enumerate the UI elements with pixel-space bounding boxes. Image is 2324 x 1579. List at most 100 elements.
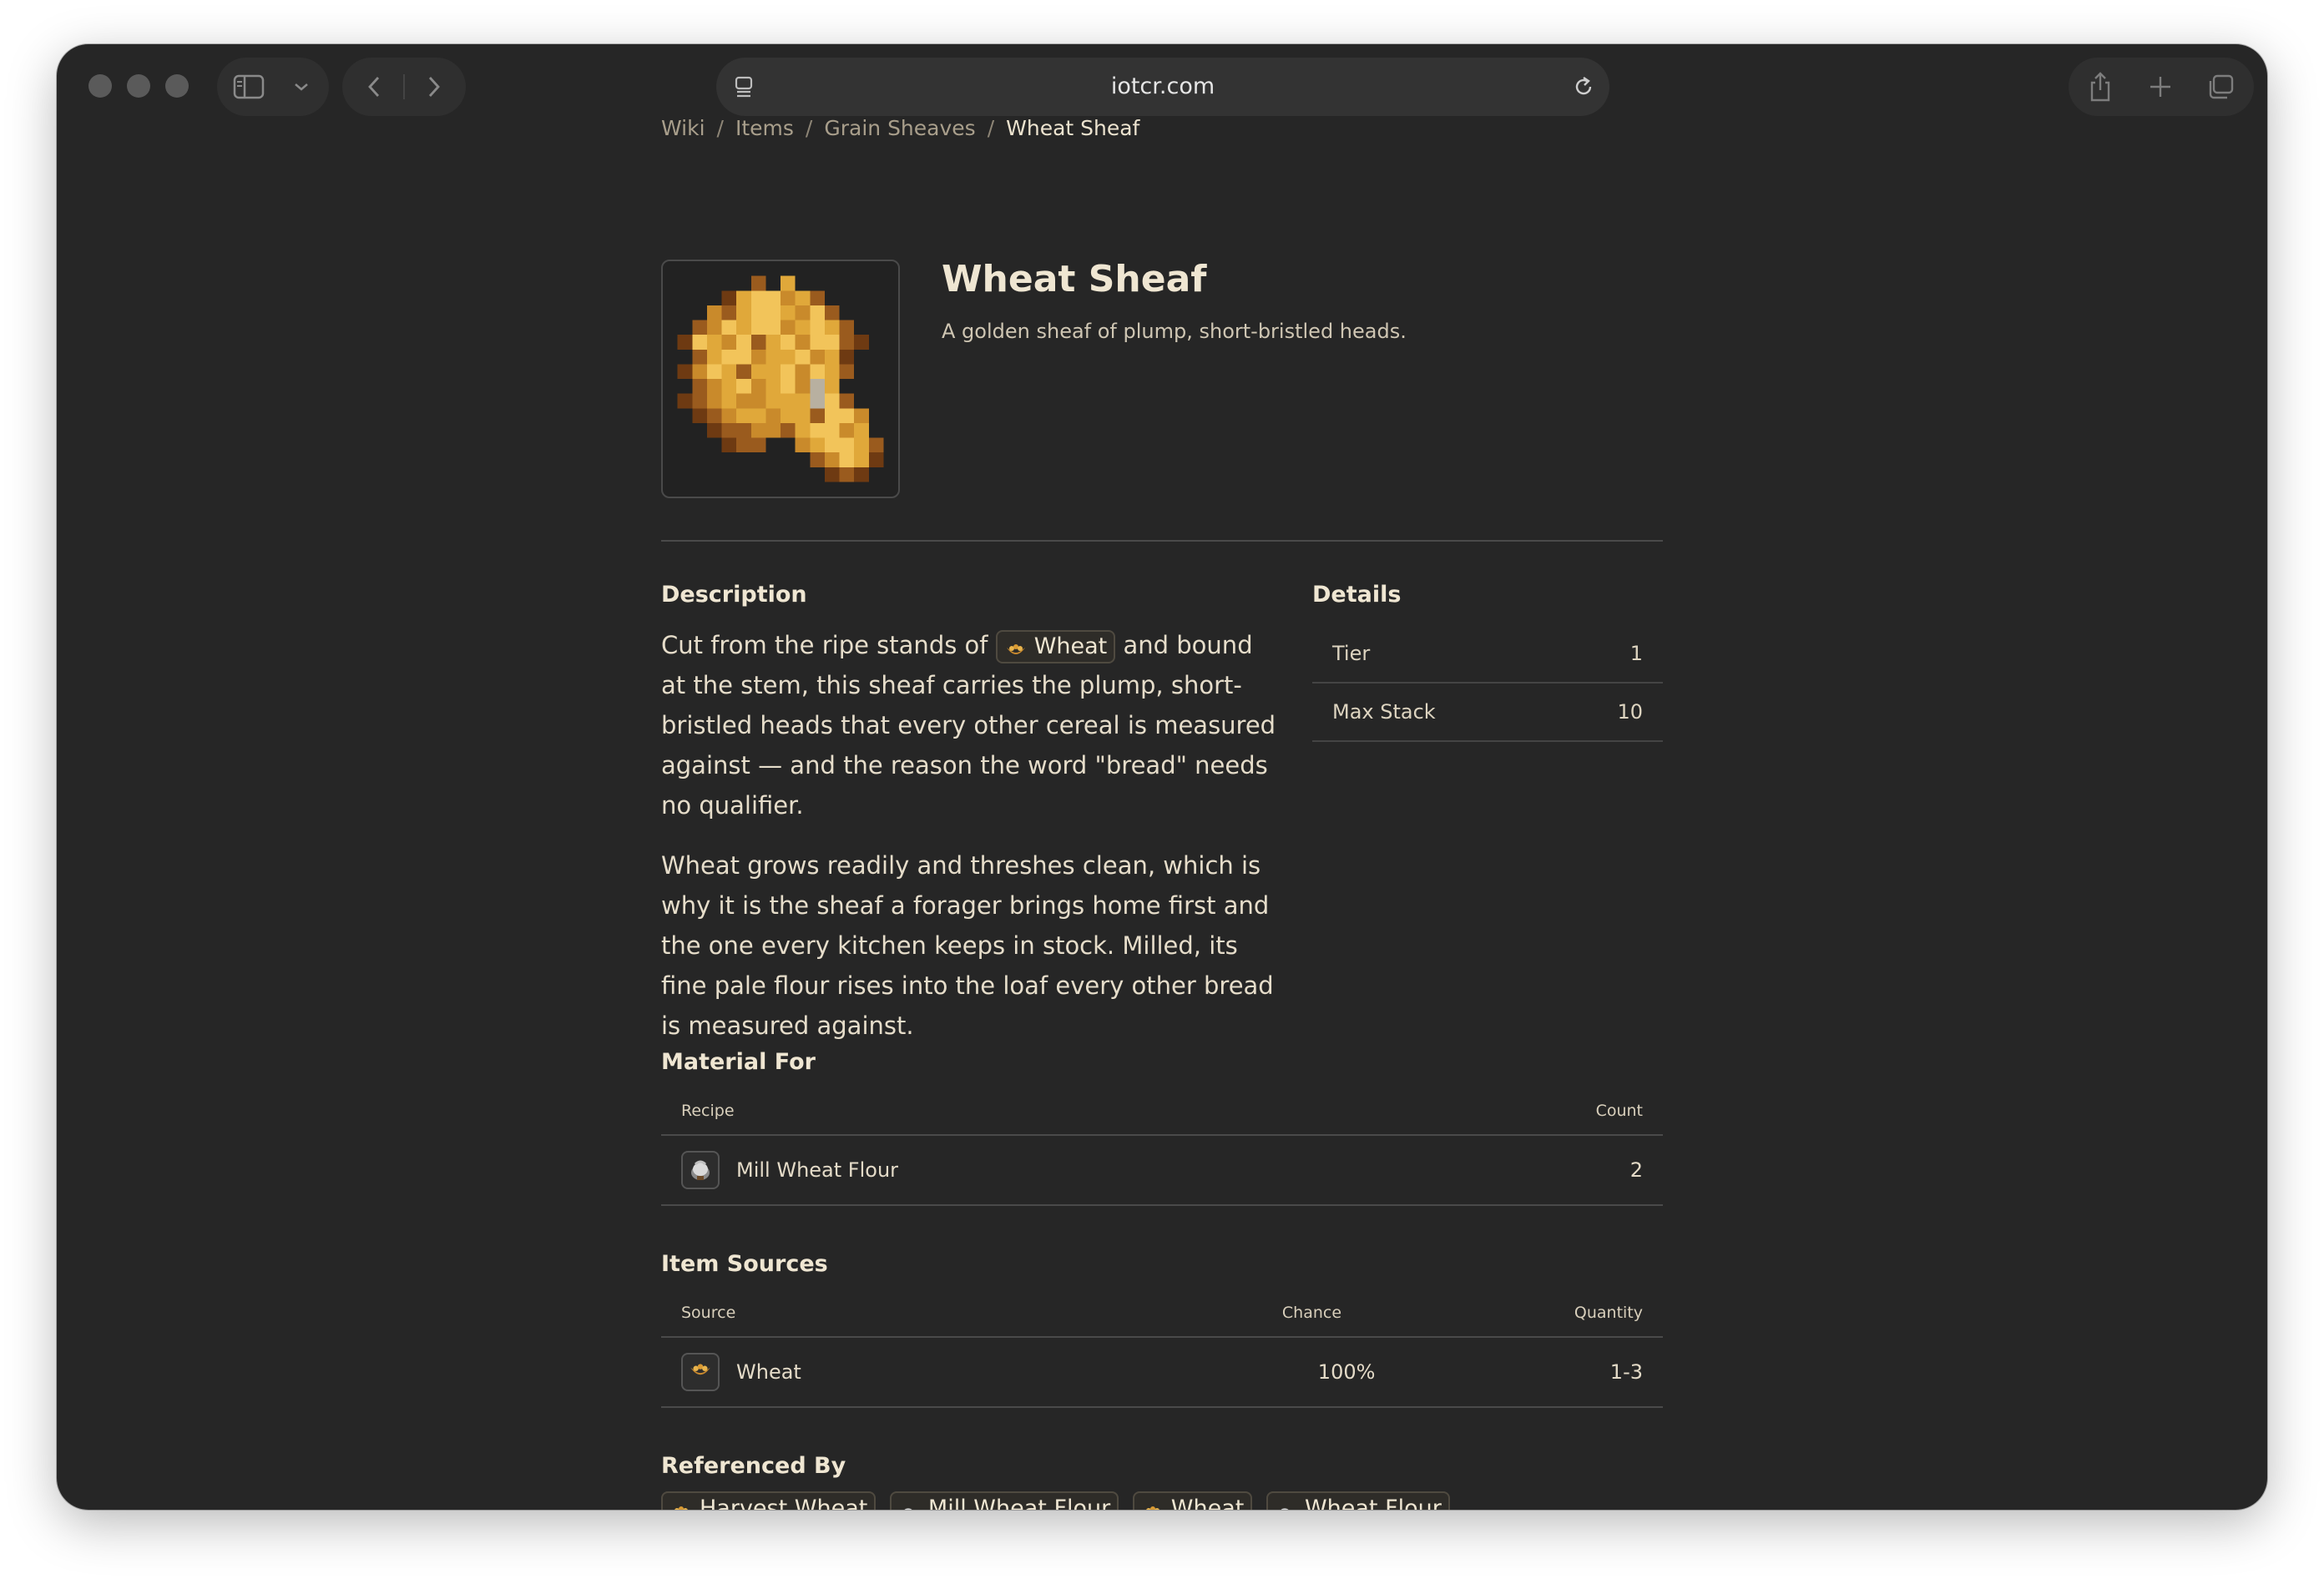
sheaf-pixel [721, 290, 737, 305]
navigation-group [342, 58, 466, 116]
page-subtitle: A golden sheaf of plump, short-bristled … [942, 320, 1407, 343]
forward-icon[interactable] [417, 72, 451, 102]
sheaf-pixel [839, 452, 855, 467]
sheaf-pixel [854, 452, 869, 467]
flour-sack-icon [1275, 1500, 1298, 1510]
table-header: Recipe Count [661, 1087, 1663, 1136]
sheaf-pixel [839, 393, 855, 409]
sheaf-pixel [810, 364, 825, 379]
sheaf-pixel [795, 422, 811, 438]
sheaf-pixel [750, 408, 766, 423]
sheaf-pixel [692, 364, 707, 379]
recipe-name[interactable]: Mill Wheat Flour [736, 1158, 1630, 1182]
column-header-chance: Chance [1281, 1304, 1342, 1322]
wheat-link-chip[interactable]: Wheat [995, 630, 1116, 663]
sheaf-pixel [706, 379, 722, 394]
sheaf-pixel [765, 335, 781, 350]
sheaf-pixel [810, 437, 825, 453]
sheaf-pixel [692, 335, 707, 350]
sheaf-pixel [795, 393, 811, 409]
breadcrumb-grain-sheaves[interactable]: Grain Sheaves [824, 116, 975, 140]
sheaf-pixel [824, 467, 840, 482]
sheaf-pixel [750, 335, 766, 350]
table-row[interactable]: Wheat 100% 1-3 [661, 1338, 1663, 1408]
sheaf-pixel [721, 408, 737, 423]
table-row[interactable]: Mill Wheat Flour 2 [661, 1136, 1663, 1206]
sheaf-pixel [706, 335, 722, 350]
sheaf-pixel [765, 422, 781, 438]
sheaf-pixel [765, 364, 781, 379]
sheaf-pixel [810, 320, 825, 335]
sheaf-pixel [692, 320, 707, 335]
sheaf-pixel [810, 305, 825, 320]
minimize-window-button[interactable] [127, 74, 150, 98]
share-icon[interactable] [2084, 69, 2117, 104]
sheaf-pixel [750, 364, 766, 379]
referenced-by-list: Harvest Wheat, Mill Wheat Flour, Wheat, Whe… [661, 1491, 1450, 1510]
new-tab-icon[interactable] [2144, 72, 2177, 102]
sheaf-pixel [765, 349, 781, 365]
ref-chip-mill-wheat-flour[interactable]: Mill Wheat Flour [889, 1491, 1119, 1510]
details-table: Tier 1 Max Stack 10 [1312, 625, 1663, 742]
sidebar-icon[interactable] [230, 72, 267, 102]
breadcrumb-wiki[interactable]: Wiki [661, 116, 705, 140]
sheaf-pixel [750, 290, 766, 305]
sheaf-pixel [692, 349, 707, 365]
sheaf-pixel [706, 408, 722, 423]
address-bar[interactable]: iotcr.com [716, 58, 1609, 116]
sheaf-pixel [721, 320, 737, 335]
sheaf-pixel [765, 290, 781, 305]
back-icon[interactable] [357, 72, 391, 102]
item-sources-table: Source Chance Quantity Wheat 100% 1-3 [661, 1289, 1663, 1408]
sheaf-pixel [854, 467, 869, 482]
sheaf-pixel [781, 422, 796, 438]
sheaf-pixel [750, 379, 766, 394]
close-window-button[interactable] [88, 74, 112, 98]
sheaf-pixel [810, 290, 825, 305]
source-chance: 100% [1317, 1360, 1376, 1384]
recipe-count: 2 [1629, 1158, 1643, 1182]
zoom-window-button[interactable] [165, 74, 189, 98]
sheaf-pixel [824, 364, 840, 379]
ref-chip-wheat-flour[interactable]: Wheat Flour [1266, 1491, 1450, 1510]
reload-icon[interactable] [1569, 73, 1598, 101]
sheaf-pixel [677, 335, 693, 350]
breadcrumb: Wiki / Items / Grain Sheaves / Wheat Sheaf [661, 116, 1140, 140]
url-text[interactable]: iotcr.com [716, 58, 1609, 116]
table-header: Source Chance Quantity [661, 1289, 1663, 1338]
ref-label: Harvest Wheat [700, 1496, 868, 1510]
sheaf-pixel [765, 393, 781, 409]
ref-chip-harvest-wheat[interactable]: Harvest Wheat [661, 1491, 877, 1510]
ref-chip-wheat[interactable]: Wheat [1132, 1491, 1253, 1510]
wheat-icon [1004, 638, 1028, 656]
sheaf-pixel [692, 408, 707, 423]
breadcrumb-items[interactable]: Items [735, 116, 794, 140]
sheaf-pixel [810, 408, 825, 423]
sheaf-pixel [795, 349, 811, 365]
ref-label: Mill Wheat Flour [927, 1496, 1111, 1510]
sheaf-pixel [824, 379, 840, 394]
description-heading: Description [661, 582, 807, 608]
sheaf-pixel [721, 305, 737, 320]
sheaf-pixel [781, 364, 796, 379]
sheaf-pixel [795, 305, 811, 320]
chevron-down-icon[interactable] [287, 74, 316, 99]
material-for-heading: Material For [661, 1049, 816, 1075]
details-label: Max Stack [1332, 700, 1436, 724]
sheaf-pixel [839, 437, 855, 453]
source-name[interactable]: Wheat [736, 1360, 1318, 1384]
sheaf-pixel [721, 335, 737, 350]
description-paragraph-1: Cut from the ripe stands of Wheat and bo… [661, 625, 1279, 825]
sheaf-pixel [824, 335, 840, 350]
tab-overview-icon[interactable] [2204, 72, 2237, 102]
sheaf-pixel [795, 408, 811, 423]
browser-window: iotcr.com Wiki / Items / Grain Sheaves / Wheat… [57, 44, 2267, 1510]
sheaf-pixel [781, 393, 796, 409]
sheaf-pixel [736, 349, 751, 365]
sheaf-pixel [765, 408, 781, 423]
sheaf-pixel [781, 335, 796, 350]
sheaf-pixel [677, 364, 693, 379]
sheaf-pixel [677, 393, 693, 409]
sheaf-pixel [736, 408, 751, 423]
sheaf-pixel [721, 393, 737, 409]
